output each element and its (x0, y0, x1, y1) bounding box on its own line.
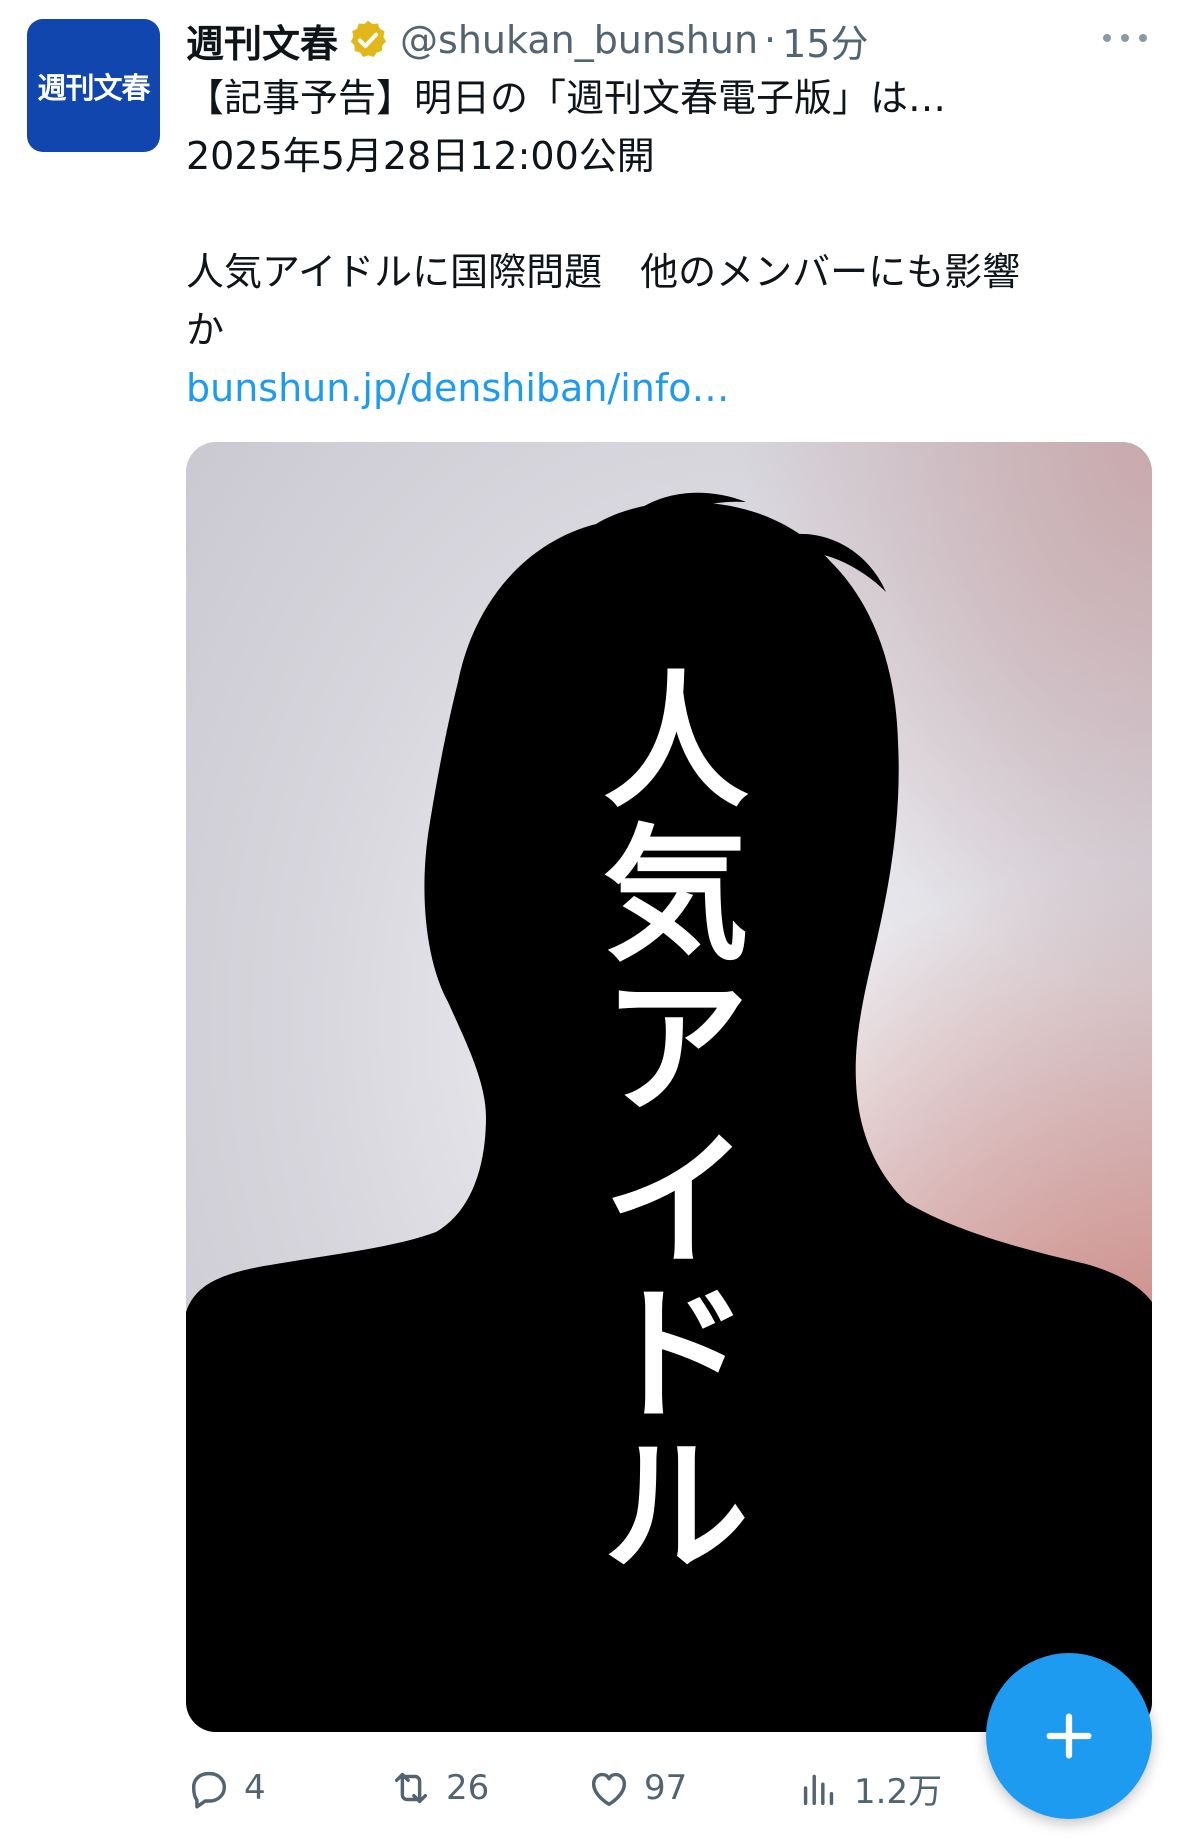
author-display-name[interactable]: 週刊文春 (186, 13, 338, 68)
tweet-header: 週刊文春 @shukan_bunshun · 15分 (186, 14, 946, 66)
more-options-icon[interactable] (1103, 28, 1147, 48)
views-count: 1.2万 (854, 1771, 943, 1812)
media-overlay: 人気アイドル (186, 442, 1152, 1732)
tweet-media-image[interactable]: 人気アイドル (186, 442, 1152, 1732)
like-button[interactable]: 97 (586, 1758, 687, 1818)
retweet-icon (394, 1772, 428, 1804)
tweet-text-line-1: 【記事予告】明日の「週刊文春電子版」は… (186, 76, 947, 120)
reply-button[interactable]: 4 (186, 1758, 266, 1818)
tweet-text-line-4: か (186, 308, 225, 352)
author-avatar[interactable]: 週刊文春 (27, 19, 160, 152)
views-button[interactable]: 1.2万 (796, 1758, 942, 1818)
views-chart-icon (803, 1774, 834, 1806)
reply-icon (191, 1771, 227, 1809)
tweet-text-line-3: 人気アイドルに国際問題 他のメンバーにも影響 (186, 250, 1021, 294)
verified-badge-icon (350, 20, 386, 58)
avatar-logo-text: 週刊文春 (37, 70, 150, 105)
author-handle[interactable]: @shukan_bunshun (400, 18, 758, 62)
compose-fab-button[interactable] (986, 1653, 1152, 1819)
retweet-button[interactable]: 26 (388, 1758, 489, 1818)
tweet-timestamp[interactable]: 15分 (782, 13, 868, 68)
separator-dot: · (764, 18, 777, 62)
plus-icon (1046, 1713, 1092, 1759)
tweet-link[interactable]: bunshun.jp/denshiban/info… (186, 362, 730, 414)
like-count: 97 (644, 1768, 688, 1808)
retweet-count: 26 (446, 1768, 490, 1808)
media-headline-text: 人気アイドル (603, 658, 749, 1593)
tweet-text-line-2: 2025年5月28日12:00公開 (186, 134, 655, 178)
reply-count: 4 (244, 1768, 266, 1808)
heart-icon (591, 1772, 627, 1807)
